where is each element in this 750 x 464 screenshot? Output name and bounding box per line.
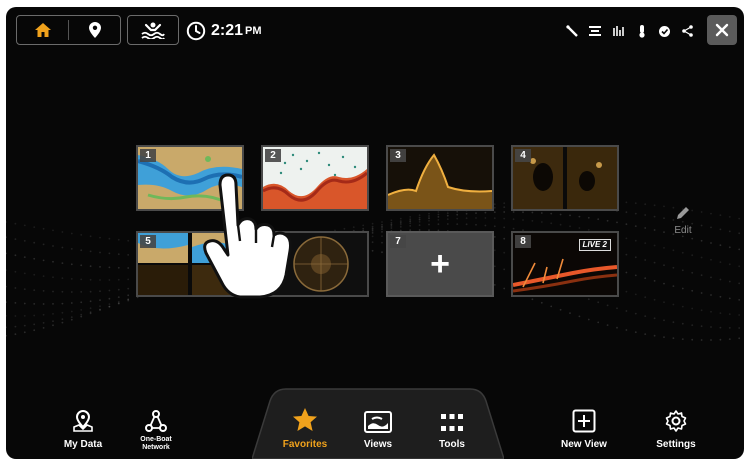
home-waypoint-group [16, 15, 121, 45]
edit-button[interactable]: Edit [662, 204, 704, 236]
sonar-icon [613, 26, 624, 36]
tools-button[interactable]: Tools [417, 387, 487, 459]
clock-time: 2:21 [211, 22, 244, 39]
network-button[interactable]: One-Boat Network [121, 387, 191, 459]
clock: 2:21 PM [186, 17, 262, 45]
man-overboard-button[interactable] [127, 15, 179, 45]
home-button[interactable] [17, 16, 68, 44]
chart-source-icon [589, 26, 601, 36]
settings-label: Settings [656, 439, 696, 450]
settings-button[interactable]: Settings [641, 387, 711, 459]
tile-number: 2 [265, 149, 281, 162]
tile-number: 1 [140, 149, 156, 162]
network-icon [682, 25, 693, 37]
tools-label: Tools [439, 439, 465, 450]
network-label: One-Boat Network [140, 436, 172, 451]
bottom-nav: My Data One-Boat Network Favorites Views… [6, 387, 744, 459]
views-label: Views [363, 439, 393, 450]
add-view-tile[interactable]: + 7 [386, 231, 494, 297]
tile-number: 3 [390, 149, 406, 162]
edit-label: Edit [674, 225, 692, 236]
waypoint-pin-icon [88, 22, 101, 38]
tile-number: 4 [515, 149, 531, 162]
tile-number: 7 [390, 235, 406, 248]
tile-number: 5 [140, 235, 156, 248]
view-tile-3[interactable]: 3 [386, 145, 494, 211]
close-icon [715, 23, 729, 37]
pencil-icon [677, 207, 689, 219]
new-view-button[interactable]: New View [549, 387, 619, 459]
status-icons [566, 21, 695, 41]
gps-signal-icon [566, 25, 578, 37]
tile-number: 8 [515, 235, 531, 248]
my-data-label: My Data [63, 439, 103, 450]
waypoint-button[interactable] [69, 16, 120, 44]
close-button[interactable] [707, 15, 737, 45]
favorites-button[interactable]: Favorites [270, 387, 340, 459]
live-badge: LIVE 2 [578, 239, 611, 251]
target-icon [659, 25, 670, 37]
display-screen: 2:21 PM 1 2 3 4 5 + 7 8 LIVE 2 Edit My D… [6, 7, 744, 459]
top-bar: 2:21 PM [6, 7, 744, 53]
favorites-label: Favorites [282, 439, 328, 450]
temperature-icon [639, 25, 645, 38]
my-data-icon [73, 409, 93, 432]
network-nodes-icon [145, 410, 167, 432]
views-button[interactable]: Views [343, 387, 413, 459]
view-tile-4[interactable]: 4 [511, 145, 619, 211]
add-box-icon [572, 409, 596, 433]
my-data-button[interactable]: My Data [48, 387, 118, 459]
gear-icon [665, 410, 687, 432]
tap-hand-icon [203, 173, 292, 299]
tools-grid-icon [441, 414, 463, 431]
clock-suffix: PM [245, 25, 262, 37]
clock-icon [186, 21, 206, 41]
new-view-label: New View [561, 439, 607, 450]
home-icon [34, 23, 51, 37]
views-icon [364, 411, 392, 433]
star-icon [293, 408, 317, 431]
view-tile-8[interactable]: 8 LIVE 2 [511, 231, 619, 297]
man-overboard-icon [141, 22, 165, 39]
